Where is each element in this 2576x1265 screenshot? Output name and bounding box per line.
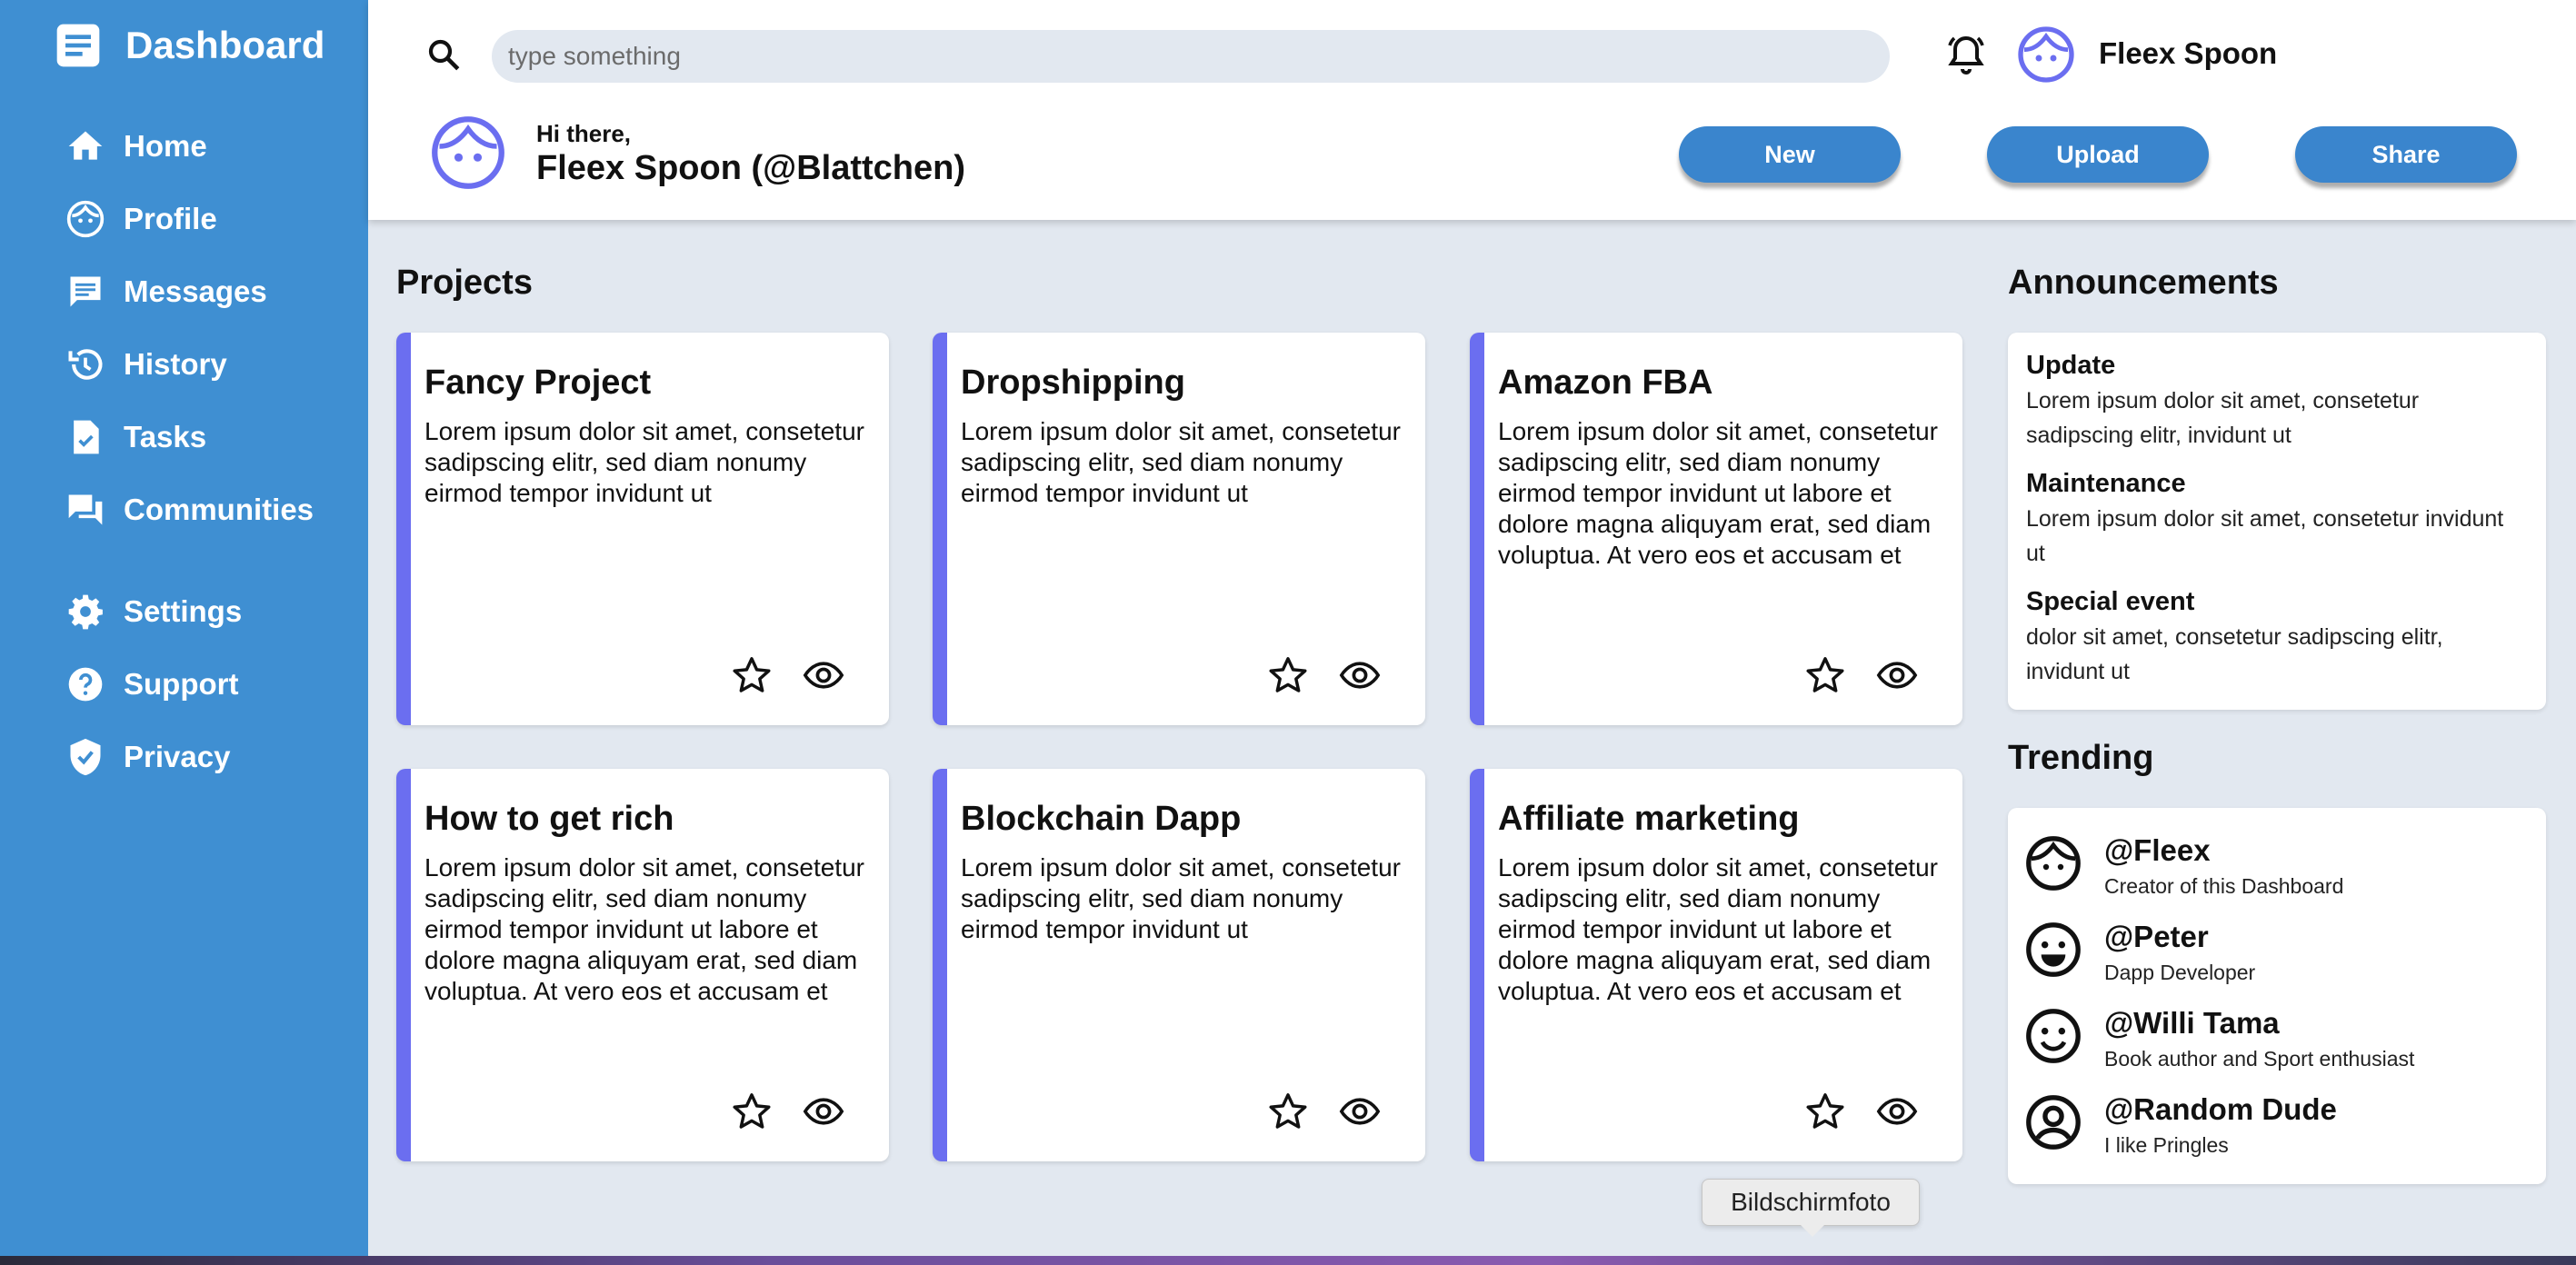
face-icon <box>66 200 105 238</box>
help-icon <box>68 667 103 702</box>
sidebar-item-profile[interactable]: Profile <box>65 192 217 246</box>
project-title: Amazon FBA <box>1498 364 1713 402</box>
project-title: Blockchain Dapp <box>961 800 1242 838</box>
username[interactable]: Fleex Spoon <box>2099 36 2277 71</box>
star-icon[interactable] <box>1267 654 1309 696</box>
smiley-icon <box>2026 922 2081 977</box>
sidebar-item-communities[interactable]: Communities <box>65 483 314 537</box>
announcement-text: Lorem ipsum dolor sit amet, consetetur s… <box>2026 388 2420 448</box>
sidebar-item-label: Communities <box>124 493 315 526</box>
star-icon[interactable] <box>1804 654 1846 696</box>
gear-icon <box>68 594 103 630</box>
share-button[interactable]: Share <box>2295 126 2517 183</box>
trending-user-name[interactable]: @Random Dude <box>2104 1092 2337 1127</box>
search-input[interactable] <box>492 30 1890 83</box>
project-card[interactable]: How to get rich Lorem ipsum dolor sit am… <box>396 769 889 1161</box>
project-description: Lorem ipsum dolor sit amet, consetetur s… <box>424 853 864 1005</box>
brand-title: Dashboard <box>125 24 325 66</box>
sidebar-item-support[interactable]: Support <box>65 657 238 712</box>
dashboard-app: Dashboard Home Profile Messages History … <box>0 0 2576 1256</box>
eye-icon[interactable] <box>1875 655 1919 695</box>
project-title: Affiliate marketing <box>1498 800 1800 838</box>
trending-user-name[interactable]: @Fleex <box>2104 833 2211 868</box>
announcement-title: Special event <box>2026 587 2195 616</box>
history-icon <box>68 349 103 380</box>
header: Fleex Spoon Hi there, Fleex Spoon (@Blat… <box>368 0 2576 220</box>
forum-icon <box>68 494 103 525</box>
announcements-panel: Update Lorem ipsum dolor sit amet, conse… <box>2008 333 2546 710</box>
shield-icon <box>70 738 101 776</box>
sidebar-item-label: Tasks <box>124 420 207 453</box>
announcement-title: Update <box>2026 351 2116 380</box>
project-description: Lorem ipsum dolor sit amet, consetetur s… <box>961 853 1401 943</box>
sidebar-item-label: Privacy <box>124 740 231 773</box>
trending-user-desc: Dapp Developer <box>2104 961 2256 984</box>
project-description: Lorem ipsum dolor sit amet, consetetur s… <box>424 417 864 507</box>
project-card[interactable]: Affiliate marketing Lorem ipsum dolor si… <box>1470 769 1962 1161</box>
sidebar-item-tasks[interactable]: Tasks <box>65 410 206 464</box>
greeting: Hi there, <box>536 120 632 147</box>
sidebar-item-history[interactable]: History <box>65 337 227 392</box>
profile-avatar-icon <box>432 116 504 189</box>
smiley-outline-icon <box>2026 1009 2081 1063</box>
trending-user-name[interactable]: @Willi Tama <box>2104 1006 2280 1041</box>
projects-title: Projects <box>396 264 533 302</box>
sidebar-item-privacy[interactable]: Privacy <box>65 730 230 784</box>
sidebar-item-label: History <box>124 347 227 381</box>
sidebar-item-label: Profile <box>124 202 217 235</box>
new-button[interactable]: New <box>1679 126 1901 183</box>
account-circle-icon <box>2026 1095 2081 1150</box>
announcement-title: Maintenance <box>2026 469 2186 498</box>
star-icon[interactable] <box>731 654 773 696</box>
star-icon[interactable] <box>731 1091 773 1132</box>
bell-icon[interactable] <box>1944 33 1988 76</box>
sidebar: Dashboard Home Profile Messages History … <box>0 0 368 1256</box>
sidebar-item-label: Messages <box>124 274 267 308</box>
upload-button[interactable]: Upload <box>1987 126 2209 183</box>
tooltip: Bildschirmfoto <box>1702 1179 1920 1237</box>
sidebar-item-home[interactable]: Home <box>65 119 207 174</box>
sidebar-item-label: Support <box>124 667 239 701</box>
project-card[interactable]: Amazon FBA Lorem ipsum dolor sit amet, c… <box>1470 333 1962 725</box>
star-icon[interactable] <box>1267 1091 1309 1132</box>
baby-face-icon <box>2026 836 2081 891</box>
trending-user-desc: Creator of this Dashboard <box>2104 874 2344 898</box>
sidebar-item-label: Home <box>124 129 207 163</box>
greeting-name: Fleex Spoon (@Blattchen) <box>536 149 965 187</box>
brand[interactable]: Dashboard <box>53 20 324 71</box>
avatar-icon[interactable] <box>2017 25 2075 84</box>
trending-user-desc: I like Pringles <box>2104 1133 2229 1157</box>
document-icon <box>56 24 100 67</box>
trending-user-desc: Book author and Sport enthusiast <box>2104 1047 2415 1071</box>
project-title: Dropshipping <box>961 364 1185 402</box>
trending-panel: @Fleex Creator of this Dashboard @Peter … <box>2008 808 2546 1184</box>
eye-icon[interactable] <box>1338 655 1382 695</box>
project-card[interactable]: Fancy Project Lorem ipsum dolor sit amet… <box>396 333 889 725</box>
trending-title: Trending <box>2008 739 2154 777</box>
sidebar-item-settings[interactable]: Settings <box>65 584 242 639</box>
project-card[interactable]: Dropshipping Lorem ipsum dolor sit amet,… <box>933 333 1425 725</box>
message-icon <box>70 276 101 307</box>
star-icon[interactable] <box>1804 1091 1846 1132</box>
eye-icon[interactable] <box>1338 1091 1382 1131</box>
project-description: Lorem ipsum dolor sit amet, consetetur s… <box>1498 417 1938 569</box>
home-icon <box>68 131 103 160</box>
announcements-title: Announcements <box>2008 264 2279 302</box>
search-icon[interactable] <box>424 35 463 74</box>
project-description: Lorem ipsum dolor sit amet, consetetur s… <box>961 417 1401 507</box>
project-description: Lorem ipsum dolor sit amet, consetetur s… <box>1498 853 1938 1005</box>
sidebar-item-messages[interactable]: Messages <box>65 264 267 319</box>
project-title: Fancy Project <box>424 364 652 402</box>
announcement-text: dolor sit amet, consetetur sadipscing el… <box>2026 624 2443 684</box>
project-card[interactable]: Blockchain Dapp Lorem ipsum dolor sit am… <box>933 769 1425 1161</box>
eye-icon[interactable] <box>802 1091 845 1131</box>
dock-edge <box>0 1256 2576 1265</box>
eye-icon[interactable] <box>802 655 845 695</box>
sidebar-item-label: Settings <box>124 594 243 628</box>
eye-icon[interactable] <box>1875 1091 1919 1131</box>
trending-user-name[interactable]: @Peter <box>2104 920 2209 954</box>
project-title: How to get rich <box>424 800 674 838</box>
task-icon <box>74 420 99 454</box>
announcement-text: Lorem ipsum dolor sit amet, consetetur i… <box>2026 506 2504 566</box>
